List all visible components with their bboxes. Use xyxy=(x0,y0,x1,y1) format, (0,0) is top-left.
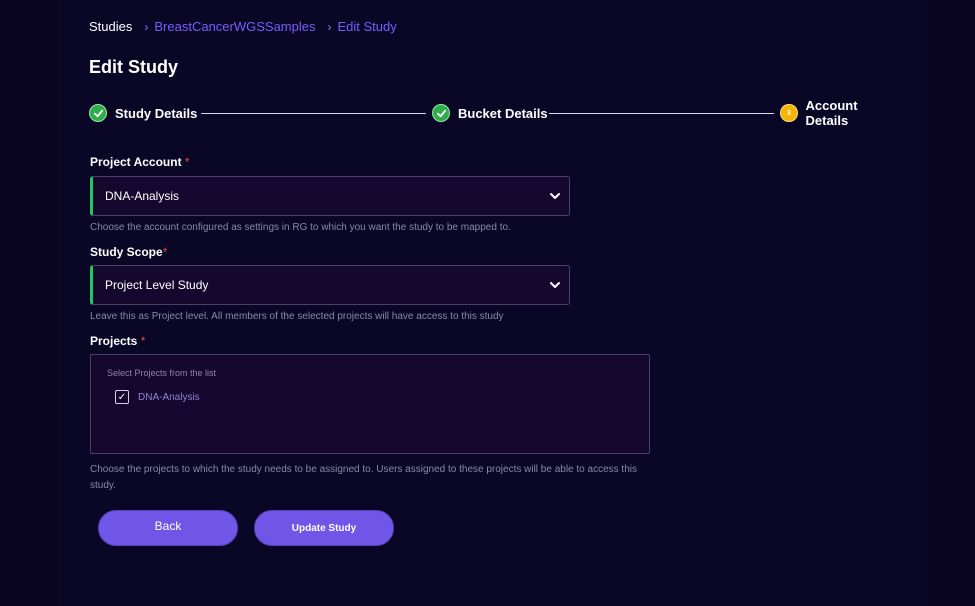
study-scope-label: Study Scope* xyxy=(90,245,168,259)
projects-hint: Select Projects from the list xyxy=(107,368,217,378)
projects-label: Projects * xyxy=(90,334,146,348)
study-scope-select[interactable]: Project Level Study xyxy=(90,265,570,305)
step-label: Account Details xyxy=(805,98,858,128)
project-option-label: DNA-Analysis xyxy=(138,391,200,403)
step-connector xyxy=(201,113,426,114)
project-account-select[interactable]: DNA-Analysis xyxy=(90,176,570,216)
required-marker: * xyxy=(162,245,168,259)
check-icon xyxy=(89,104,107,122)
update-study-button[interactable]: Update Study xyxy=(254,510,394,546)
step-number-badge: 3 xyxy=(780,104,798,122)
step-bucket-details: Bucket Details xyxy=(432,102,548,124)
breadcrumb: Studies › BreastCancerWGSSamples › Edit … xyxy=(89,19,397,34)
breadcrumb-current: Edit Study xyxy=(337,19,397,34)
checkbox[interactable]: ✓ xyxy=(115,390,129,404)
step-connector xyxy=(549,113,774,114)
check-icon xyxy=(432,104,450,122)
required-marker: * xyxy=(140,334,146,348)
projects-list: Select Projects from the list ✓ DNA-Anal… xyxy=(90,354,650,454)
projects-help: Choose the projects to which the study n… xyxy=(90,464,637,491)
project-account-value: DNA-Analysis xyxy=(105,189,180,203)
study-scope-value: Project Level Study xyxy=(105,278,209,292)
step-account-details: 3 Account Details xyxy=(780,98,901,128)
breadcrumb-study-link[interactable]: BreastCancerWGSSamples xyxy=(154,19,315,34)
chevron-down-icon xyxy=(550,193,560,199)
step-label: Bucket Details xyxy=(458,105,548,121)
required-marker: * xyxy=(184,155,190,169)
breadcrumb-studies-link[interactable]: Studies xyxy=(89,19,132,34)
step-label: Study Details xyxy=(115,105,198,121)
project-account-help: Choose the account configured as setting… xyxy=(90,222,511,233)
page-title: Edit Study xyxy=(89,57,178,77)
step-study-details: Study Details xyxy=(89,102,197,124)
chevron-right-icon: › xyxy=(144,19,149,34)
chevron-right-icon: › xyxy=(327,19,332,34)
project-account-label: Project Account * xyxy=(90,155,190,169)
stepper: Study Details Bucket Details 3 Account D… xyxy=(89,98,901,128)
back-button[interactable]: Back xyxy=(98,510,238,546)
chevron-down-icon xyxy=(550,282,560,288)
study-scope-help: Leave this as Project level. All members… xyxy=(90,311,504,322)
project-option-dna-analysis[interactable]: ✓ DNA-Analysis xyxy=(115,390,200,404)
